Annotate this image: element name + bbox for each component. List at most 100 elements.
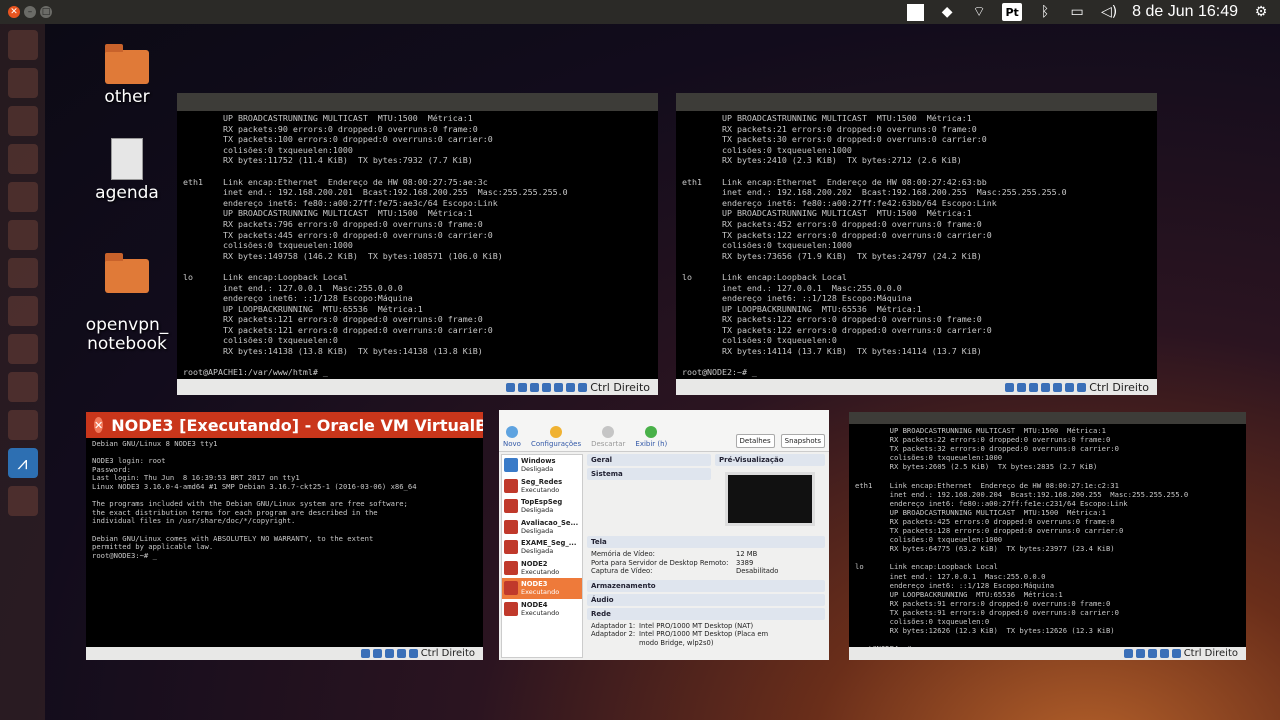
bluetooth-icon[interactable]: ᛒ — [1036, 4, 1054, 20]
new-vm-button[interactable]: Novo — [503, 426, 521, 448]
minimize-window-button[interactable]: – — [24, 6, 36, 18]
wifi-icon[interactable]: ⌔ — [970, 4, 988, 20]
section-general[interactable]: Geral — [587, 454, 711, 466]
list-item[interactable]: EXAME_Seg_... Desligada — [502, 537, 582, 558]
display-icon[interactable] — [566, 382, 576, 392]
list-item[interactable]: Avaliacao_Se... Desligada — [502, 517, 582, 538]
launcher-app-icon[interactable] — [7, 372, 38, 402]
detail-row: Adaptador 2: Intel PRO/1000 MT Desktop (P… — [591, 630, 769, 647]
tab-snapshots[interactable]: Snapshots — [780, 434, 825, 448]
list-item[interactable]: Seg_Redes Executando — [502, 476, 582, 497]
maximize-window-button[interactable]: □ — [40, 6, 52, 18]
section-network[interactable]: Rede — [587, 607, 825, 620]
launcher-files-icon[interactable] — [7, 68, 38, 98]
vm-list: Windows Desligada Seg_Redes Executando Top… — [501, 454, 583, 658]
battery-icon[interactable]: ▭ — [1068, 4, 1086, 20]
section-system[interactable]: Sistema — [587, 468, 711, 480]
terminal-output[interactable]: UP BROADCASTRUNNING MULTICAST MTU:1500 M… — [849, 424, 1246, 655]
desktop-icon-label: openvpn_ notebook — [85, 315, 169, 354]
shared-folder-icon[interactable] — [1053, 382, 1063, 392]
usb-icon[interactable] — [530, 382, 540, 392]
dropbox-icon[interactable]: ◆ — [938, 4, 956, 20]
network-icon[interactable] — [542, 382, 552, 392]
vm-window-node3[interactable]: ✕ NODE3 [Executando] - Oracle VM Virtual… — [86, 412, 483, 660]
list-item[interactable]: NODE2 Executando — [502, 558, 582, 579]
clock[interactable]: 8 de Jun 16:49 — [1132, 3, 1238, 21]
window-titlebar[interactable] — [849, 412, 1246, 424]
storage-icon[interactable] — [1005, 382, 1015, 392]
virtualbox-manager-window[interactable]: Novo Configurações Descartar Exibir (h) … — [499, 410, 829, 660]
storage-icon[interactable] — [360, 649, 370, 658]
vm-statusbar: Ctrl Direito — [676, 379, 1157, 395]
vm-window-node2[interactable]: UP BROADCASTRUNNING MULTICAST MTU:1500 M… — [676, 93, 1157, 395]
window-icon[interactable] — [907, 3, 925, 21]
mouse-integration-icon[interactable] — [1077, 382, 1087, 392]
launcher-app-icon[interactable] — [7, 144, 38, 174]
storage-icon[interactable] — [1123, 649, 1133, 658]
optical-drive-icon[interactable] — [372, 649, 382, 658]
mouse-integration-icon[interactable] — [578, 382, 588, 392]
vm-window-node4[interactable]: UP BROADCASTRUNNING MULTICAST MTU:1500 M… — [849, 412, 1246, 660]
network-icon[interactable] — [1041, 382, 1051, 392]
show-button[interactable]: Exibir (h) — [635, 426, 667, 448]
section-audio[interactable]: Áudio — [587, 593, 825, 606]
launcher-app-icon[interactable] — [7, 220, 38, 250]
usb-icon[interactable] — [1147, 649, 1157, 658]
close-window-button[interactable]: ✕ — [8, 6, 20, 18]
desktop-file-agenda[interactable]: agenda — [82, 138, 172, 203]
optical-drive-icon[interactable] — [1017, 382, 1027, 392]
top-panel: ✕ – □ ◆ ⌔ Pt ᛒ ▭ ◁) 8 de Jun 16:49 ⚙ — [0, 0, 1280, 24]
host-key-label: Ctrl Direito — [1183, 648, 1238, 659]
section-display[interactable]: Tela — [587, 536, 825, 548]
desktop-folder-other[interactable]: other — [82, 44, 172, 107]
volume-icon[interactable]: ◁) — [1100, 4, 1118, 20]
usb-icon[interactable] — [1029, 382, 1039, 392]
folder-icon — [105, 44, 149, 84]
window-titlebar[interactable]: ✕ NODE3 [Executando] - Oracle VM Virtual… — [86, 412, 483, 438]
vm-os-icon — [504, 581, 518, 596]
vm-window-apache1[interactable]: UP BROADCASTRUNNING MULTICAST MTU:1500 M… — [177, 93, 658, 395]
optical-drive-icon[interactable] — [518, 382, 528, 392]
storage-icon[interactable] — [506, 382, 516, 392]
list-item[interactable]: TopEspSeg Desligada — [502, 496, 582, 517]
network-icon[interactable] — [396, 649, 406, 658]
launcher-app-icon[interactable] — [7, 486, 38, 516]
window-titlebar[interactable] — [676, 93, 1157, 111]
launcher-app-icon[interactable] — [7, 410, 38, 440]
display-icon[interactable] — [1065, 382, 1075, 392]
host-key-label: Ctrl Direito — [420, 648, 475, 659]
terminal-output[interactable]: UP BROADCASTRUNNING MULTICAST MTU:1500 M… — [177, 111, 658, 380]
vm-statusbar: Ctrl Direito — [849, 647, 1246, 660]
section-preview[interactable]: Pré-Visualização — [715, 454, 825, 466]
tab-details[interactable]: Detalhes — [735, 434, 775, 448]
window-titlebar[interactable] — [177, 93, 658, 111]
display-icon[interactable] — [408, 649, 418, 658]
gear-icon[interactable]: ⚙ — [1252, 4, 1270, 20]
launcher-app-icon[interactable] — [7, 106, 38, 136]
launcher-app-icon[interactable] — [7, 258, 38, 288]
discard-button[interactable]: Descartar — [591, 426, 625, 448]
usb-icon[interactable] — [384, 649, 394, 658]
list-item-selected[interactable]: NODE3 Executando — [502, 578, 582, 599]
keyboard-layout-icon[interactable]: Pt — [1002, 3, 1023, 21]
network-icon[interactable] — [1159, 649, 1169, 658]
launcher-app-icon[interactable] — [7, 182, 38, 212]
launcher-virtualbox-icon[interactable]: ⩘ — [7, 448, 38, 478]
list-item[interactable]: Windows Desligada — [502, 455, 582, 476]
host-key-label: Ctrl Direito — [1089, 380, 1149, 394]
list-item[interactable]: NODE4 Executando — [502, 599, 582, 620]
terminal-output[interactable]: Debian GNU/Linux 8 NODE3 tty1 NODE3 logi… — [86, 438, 483, 562]
vm-statusbar: Ctrl Direito — [86, 647, 483, 660]
close-icon[interactable]: ✕ — [94, 417, 104, 433]
launcher-dash-icon[interactable] — [7, 30, 38, 60]
terminal-output[interactable]: UP BROADCASTRUNNING MULTICAST MTU:1500 M… — [676, 111, 1157, 380]
display-icon[interactable] — [1171, 649, 1181, 658]
desktop-folder-openvpn[interactable]: openvpn_ notebook — [82, 240, 172, 373]
optical-drive-icon[interactable] — [1135, 649, 1145, 658]
launcher-app-icon[interactable] — [7, 334, 38, 364]
settings-button[interactable]: Configurações — [531, 426, 581, 448]
detail-row: Memória de Vídeo: 12 MB — [591, 550, 758, 558]
launcher-app-icon[interactable] — [7, 296, 38, 326]
shared-folder-icon[interactable] — [554, 382, 564, 392]
section-storage[interactable]: Armazenamento — [587, 579, 825, 592]
